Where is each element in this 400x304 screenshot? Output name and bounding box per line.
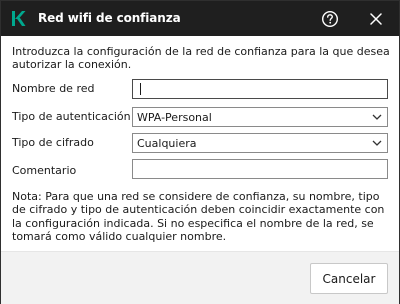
auth-type-label: Tipo de autenticación (12, 110, 131, 123)
intro-text: Introduzca la configuración de la red de… (12, 45, 390, 71)
cancel-button[interactable]: Cancelar (310, 263, 388, 294)
chevron-down-icon (372, 140, 382, 146)
title-bar: Red wifi de confianza (1, 1, 399, 36)
text-caret (140, 83, 141, 95)
network-name-input[interactable] (132, 79, 388, 99)
auth-type-value: WPA-Personal (137, 111, 212, 124)
encryption-type-select[interactable]: Cualquiera (132, 133, 388, 153)
kaspersky-logo-icon (12, 11, 26, 26)
auth-type-select[interactable]: WPA-Personal (132, 107, 388, 127)
note-text: Nota: Para que una red se considere de c… (12, 190, 385, 243)
trusted-wifi-dialog: Red wifi de confianza Introduzca la conf… (0, 0, 400, 304)
chevron-down-icon (372, 114, 382, 120)
encryption-type-value: Cualquiera (137, 137, 197, 150)
network-name-label: Nombre de red (12, 82, 95, 95)
window-title: Red wifi de confianza (38, 11, 181, 25)
help-icon (321, 10, 339, 28)
comment-input[interactable] (132, 159, 388, 179)
close-icon (370, 13, 382, 25)
close-button[interactable] (365, 8, 387, 30)
help-button[interactable] (319, 8, 341, 30)
dialog-footer: Cancelar (1, 251, 399, 304)
encryption-type-label: Tipo de cifrado (12, 136, 94, 149)
comment-label: Comentario (12, 164, 77, 177)
